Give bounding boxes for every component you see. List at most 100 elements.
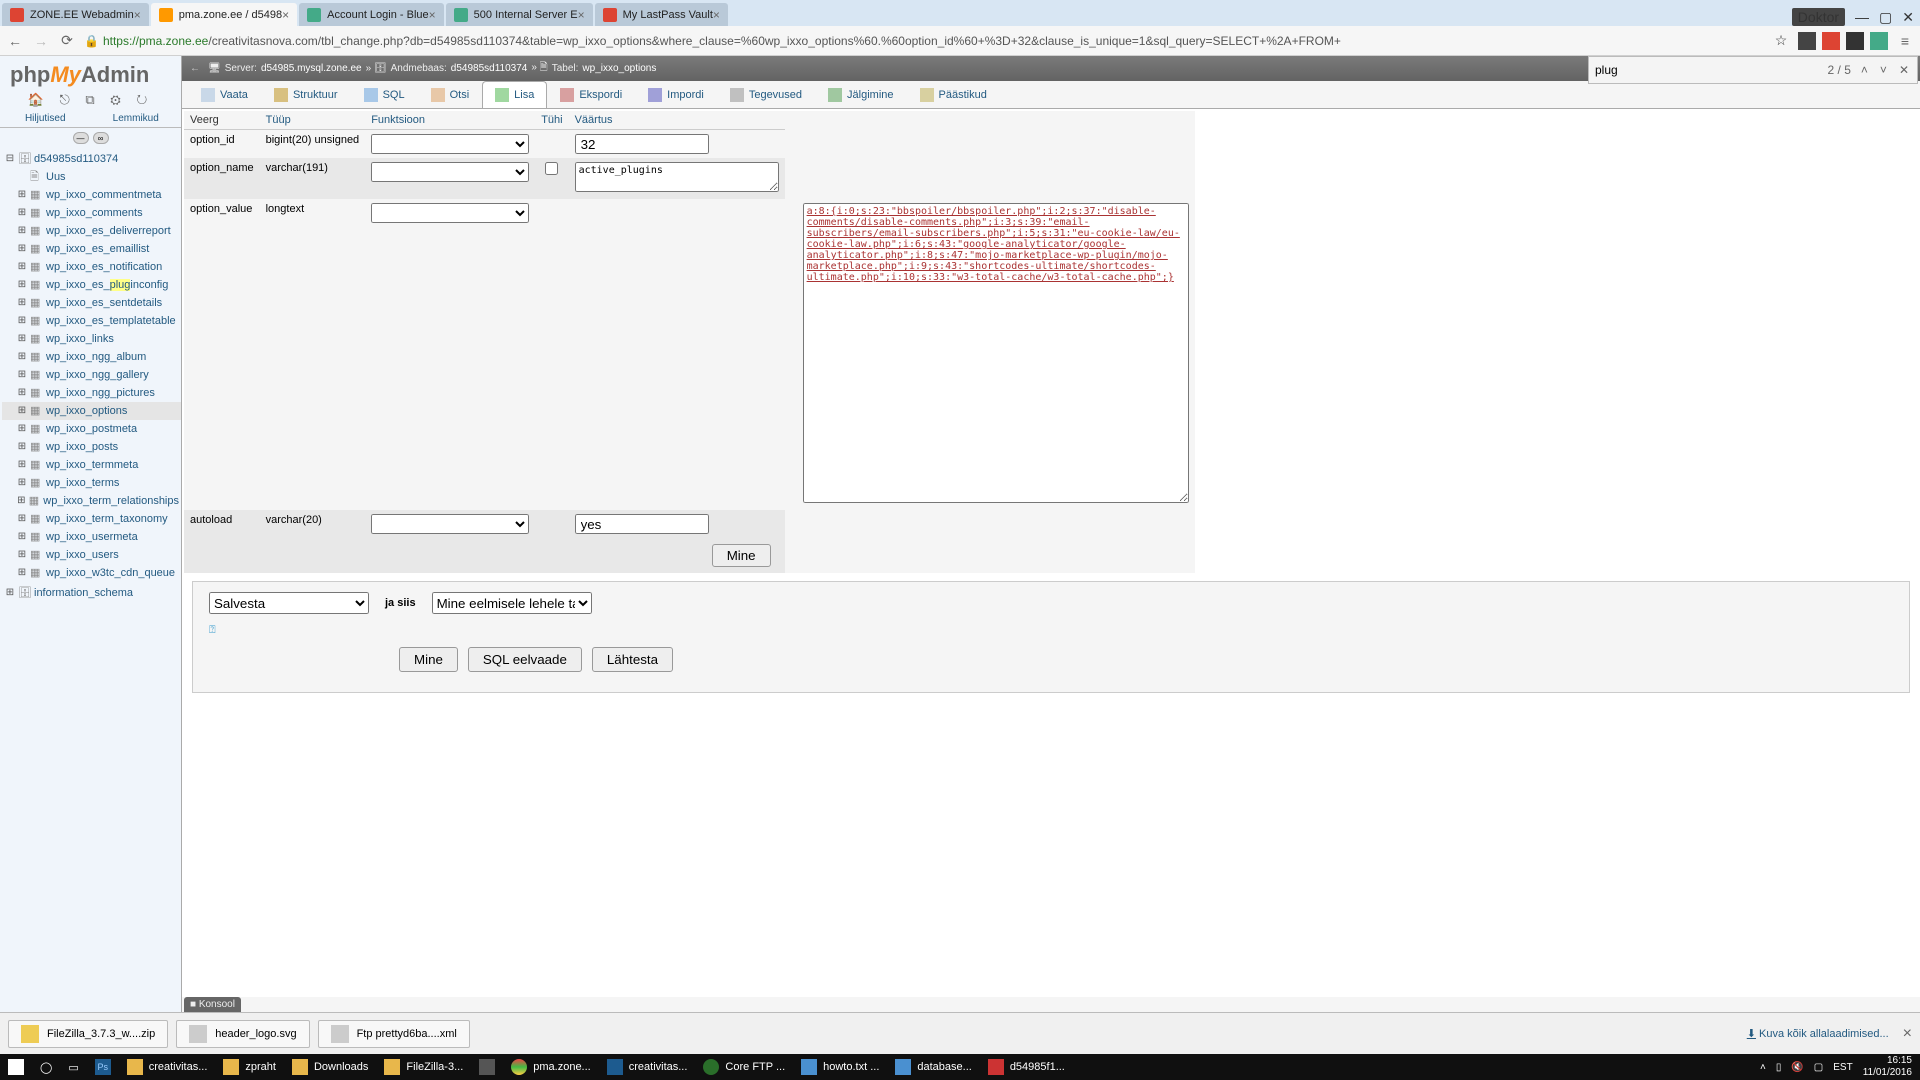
bc-db[interactable]: d54985sd110374: [451, 63, 528, 74]
address-bar[interactable]: 🔒 https://pma.zone.ee/creativitasnova.co…: [84, 34, 1764, 48]
tab-operations[interactable]: Tegevused: [717, 81, 815, 108]
save-mode-select[interactable]: Salvesta: [209, 592, 369, 614]
table-node[interactable]: ⊞▦wp_ixxo_term_relationships: [2, 492, 181, 510]
close-window-icon[interactable]: ✕: [1902, 9, 1914, 26]
browser-tab-active[interactable]: pma.zone.ee / d5498×: [151, 3, 297, 26]
table-node[interactable]: ⊞▦wp_ixxo_w3tc_cdn_queue: [2, 564, 181, 582]
browser-tab[interactable]: My LastPass Vault×: [595, 3, 728, 26]
table-node[interactable]: ⊞▦wp_ixxo_termmeta: [2, 456, 181, 474]
tab-structure[interactable]: Struktuur: [261, 81, 351, 108]
table-node[interactable]: ⊞▦wp_ixxo_es_notification: [2, 258, 181, 276]
table-node[interactable]: ⊞▦wp_ixxo_es_sentdetails: [2, 294, 181, 312]
taskbar-app[interactable]: Downloads: [284, 1054, 376, 1080]
reload-icon[interactable]: ⟳: [58, 32, 76, 49]
tab-view[interactable]: Vaata: [188, 81, 261, 108]
table-node[interactable]: ⊞▦wp_ixxo_ngg_pictures: [2, 384, 181, 402]
taskbar-app[interactable]: d54985f1...: [980, 1054, 1073, 1080]
table-node[interactable]: ⊞▦wp_ixxo_commentmeta: [2, 186, 181, 204]
go-button[interactable]: Mine: [712, 544, 771, 567]
taskbar-app[interactable]: pma.zone...: [503, 1054, 598, 1080]
taskbar-app[interactable]: creativitas...: [119, 1054, 216, 1080]
find-next-icon[interactable]: ˅: [1878, 63, 1889, 77]
tab-export[interactable]: Ekspordi: [547, 81, 635, 108]
new-table[interactable]: 🗎Uus: [2, 168, 181, 186]
chrome-profile[interactable]: Doktor: [1792, 8, 1845, 26]
action-center-icon[interactable]: ▢: [1814, 1062, 1823, 1073]
table-node[interactable]: ⊞▦wp_ixxo_usermeta: [2, 528, 181, 546]
null-checkbox[interactable]: [545, 162, 558, 175]
find-prev-icon[interactable]: ˄: [1859, 63, 1870, 77]
tab-sql[interactable]: SQL: [351, 81, 418, 108]
sidebar-quick-icons[interactable]: 🏠 ⎋ ⧉ ⚙ ↻: [0, 90, 181, 110]
tray-chevron-icon[interactable]: ˄: [1760, 1062, 1766, 1073]
after-save-select[interactable]: Mine eelmisele lehele tagasi: [432, 592, 592, 614]
sql-preview-button[interactable]: SQL eelvaade: [468, 647, 582, 672]
taskview-icon[interactable]: ▭: [60, 1054, 86, 1080]
bc-table[interactable]: wp_ixxo_options: [582, 63, 656, 74]
language-indicator[interactable]: EST: [1833, 1062, 1852, 1073]
bc-server[interactable]: d54985.mysql.zone.ee: [261, 63, 362, 74]
maximize-icon[interactable]: ▢: [1879, 9, 1892, 26]
taskbar-app[interactable]: howto.txt ...: [793, 1054, 887, 1080]
db-node-infoschema[interactable]: ⊞🗄information_schema: [2, 584, 181, 602]
find-input[interactable]: [1595, 63, 1820, 77]
close-icon[interactable]: ×: [578, 8, 585, 22]
back-icon[interactable]: ←: [6, 33, 24, 49]
close-icon[interactable]: ×: [713, 8, 720, 22]
sidebar-tab-favorites[interactable]: Lemmikud: [91, 110, 182, 127]
browser-tab[interactable]: ZONE.EE Webadmin×: [2, 3, 149, 26]
menu-icon[interactable]: ≡: [1896, 33, 1914, 49]
function-select[interactable]: [371, 162, 529, 182]
value-input[interactable]: [575, 514, 709, 534]
volume-icon[interactable]: 🔇: [1791, 1062, 1803, 1073]
network-icon[interactable]: ▯: [1776, 1062, 1782, 1073]
download-item[interactable]: header_logo.svg: [176, 1020, 309, 1048]
close-icon[interactable]: ×: [282, 8, 289, 22]
find-close-icon[interactable]: ✕: [1897, 63, 1911, 77]
minimize-icon[interactable]: —: [1855, 9, 1869, 25]
table-node[interactable]: ⊞▦wp_ixxo_term_taxonomy: [2, 510, 181, 528]
console-toggle[interactable]: Konsool: [184, 997, 241, 1012]
table-node[interactable]: ⊞▦wp_ixxo_es_deliverreport: [2, 222, 181, 240]
taskbar-clock[interactable]: 16:1511/01/2016: [1863, 1055, 1912, 1079]
value-input[interactable]: [575, 134, 709, 154]
ext-icon[interactable]: [1798, 32, 1816, 50]
go-button-2[interactable]: Mine: [399, 647, 458, 672]
db-node[interactable]: ⊟🗄d54985sd110374: [2, 150, 181, 168]
reset-button[interactable]: Lähtesta: [592, 647, 673, 672]
tab-triggers[interactable]: Päästikud: [907, 81, 1000, 108]
tab-tracking[interactable]: Jälgimine: [815, 81, 906, 108]
table-node[interactable]: ⊞▦wp_ixxo_users: [2, 546, 181, 564]
table-node[interactable]: ⊞▦wp_ixxo_options: [2, 402, 181, 420]
function-select[interactable]: [371, 134, 529, 154]
table-node[interactable]: ⊞▦wp_ixxo_terms: [2, 474, 181, 492]
show-all-downloads[interactable]: ⬇ Kuva kõik allalaadimised...: [1747, 1027, 1889, 1040]
start-button[interactable]: [0, 1054, 32, 1080]
taskbar-app[interactable]: [471, 1054, 503, 1080]
taskbar-app[interactable]: zpraht: [215, 1054, 284, 1080]
ext-icon[interactable]: [1870, 32, 1888, 50]
system-tray[interactable]: ˄ ▯ 🔇 ▢ EST 16:1511/01/2016: [1760, 1055, 1920, 1079]
taskbar-app[interactable]: FileZilla-3...: [376, 1054, 471, 1080]
table-node[interactable]: ⊞▦wp_ixxo_ngg_album: [2, 348, 181, 366]
browser-tab[interactable]: 500 Internal Server E×: [446, 3, 593, 26]
table-node[interactable]: ⊞▦wp_ixxo_links: [2, 330, 181, 348]
close-shelf-icon[interactable]: ×: [1903, 1025, 1912, 1043]
help-icon[interactable]: ⍰: [209, 624, 216, 637]
download-item[interactable]: FileZilla_3.7.3_w....zip: [8, 1020, 168, 1048]
taskbar-app[interactable]: Ps: [87, 1054, 119, 1080]
table-node[interactable]: ⊞▦wp_ixxo_es_templatetable: [2, 312, 181, 330]
table-node[interactable]: ⊞▦wp_ixxo_es_emaillist: [2, 240, 181, 258]
value-textarea-large[interactable]: a:8:{i:0;s:23:"bbspoiler/bbspoiler.php";…: [803, 203, 1189, 503]
table-node[interactable]: ⊞▦wp_ixxo_postmeta: [2, 420, 181, 438]
download-item[interactable]: Ftp prettyd6ba....xml: [318, 1020, 470, 1048]
close-icon[interactable]: ×: [134, 8, 141, 22]
taskbar-app[interactable]: creativitas...: [599, 1054, 696, 1080]
star-icon[interactable]: ☆: [1772, 32, 1790, 49]
browser-tab[interactable]: Account Login - Blue×: [299, 3, 444, 26]
sidebar-tab-recent[interactable]: Hiljutised: [0, 110, 91, 127]
table-node[interactable]: ⊞▦wp_ixxo_comments: [2, 204, 181, 222]
value-textarea[interactable]: active_plugins: [575, 162, 779, 192]
search-icon[interactable]: ◯: [32, 1054, 60, 1080]
function-select[interactable]: [371, 514, 529, 534]
